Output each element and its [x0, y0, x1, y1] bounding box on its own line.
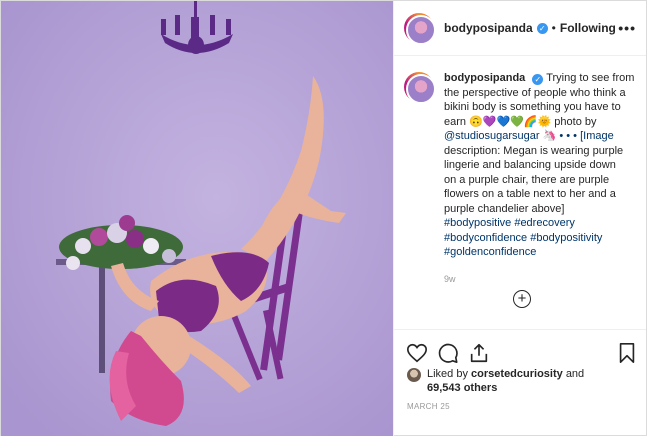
caption-line: lingerie and balancing upside down — [444, 159, 616, 171]
caption-line[interactable]: @studiosugarsugar 🦄 • • • [Image — [444, 130, 614, 142]
hashtag-line[interactable]: #bodyconfidence #bodypositivity — [444, 232, 602, 244]
profile-avatar[interactable] — [404, 13, 436, 45]
bookmark-icon[interactable] — [616, 342, 638, 364]
liker-username[interactable]: corsetedcuriosity — [471, 368, 563, 380]
caption-avatar[interactable] — [404, 72, 436, 104]
heart-icon[interactable] — [406, 342, 428, 364]
liked-by-label: Liked by — [427, 368, 468, 380]
caption-line: the perspective of people who think a — [444, 86, 626, 99]
post-date[interactable]: MARCH 25 — [407, 402, 450, 411]
share-icon[interactable] — [468, 342, 490, 364]
caption: bodyposipanda ✓ Trying to see from the p… — [404, 71, 636, 286]
caption-line: bikini body is something you have to — [444, 101, 621, 113]
post-photo[interactable] — [1, 1, 393, 436]
action-bar — [394, 329, 646, 369]
header-separator: • — [551, 21, 556, 35]
caption-username[interactable]: bodyposipanda — [444, 72, 525, 84]
post-header: bodyposipanda ✓ • Following ••• — [394, 1, 646, 56]
liker-avatar[interactable] — [407, 368, 421, 382]
verified-badge-icon: ✓ — [536, 22, 548, 34]
caption-line: flowers on a table next to her and a — [444, 188, 616, 200]
caption-line: Trying to see from — [546, 72, 635, 84]
hashtag-line[interactable]: #bodypositive #edrecovery — [444, 217, 575, 229]
caption-text: bodyposipanda ✓ Trying to see from the p… — [444, 71, 636, 286]
post-age[interactable]: 9w — [444, 272, 636, 287]
caption-line: earn 🙃💜💙💚🌈🌞 photo by — [444, 115, 597, 128]
verified-badge-icon: ✓ — [532, 74, 544, 85]
caption-line: description: Megan is wearing purple — [444, 144, 624, 157]
more-options-icon[interactable]: ••• — [618, 20, 636, 36]
load-more-comments-button[interactable]: + — [513, 290, 531, 308]
caption-line: on a purple chair, there are purple — [444, 173, 610, 186]
likes-count[interactable]: 69,543 others — [427, 382, 497, 394]
following-button[interactable]: Following — [560, 21, 616, 35]
comment-icon[interactable] — [437, 342, 459, 364]
header-username[interactable]: bodyposipanda — [444, 21, 533, 35]
instagram-post: bodyposipanda ✓ • Following ••• bodyposi… — [0, 0, 647, 436]
post-sidebar: bodyposipanda ✓ • Following ••• bodyposi… — [393, 1, 646, 436]
likes-text: Liked by corsetedcuriosity and 69,543 ot… — [427, 367, 584, 395]
photo-illustration — [1, 1, 393, 436]
likes-and: and — [565, 368, 585, 380]
hashtag-line[interactable]: #goldenconfidence — [444, 246, 536, 258]
likes-summary: Liked by corsetedcuriosity and 69,543 ot… — [407, 367, 584, 395]
caption-line: purple chandelier above] — [444, 202, 565, 215]
